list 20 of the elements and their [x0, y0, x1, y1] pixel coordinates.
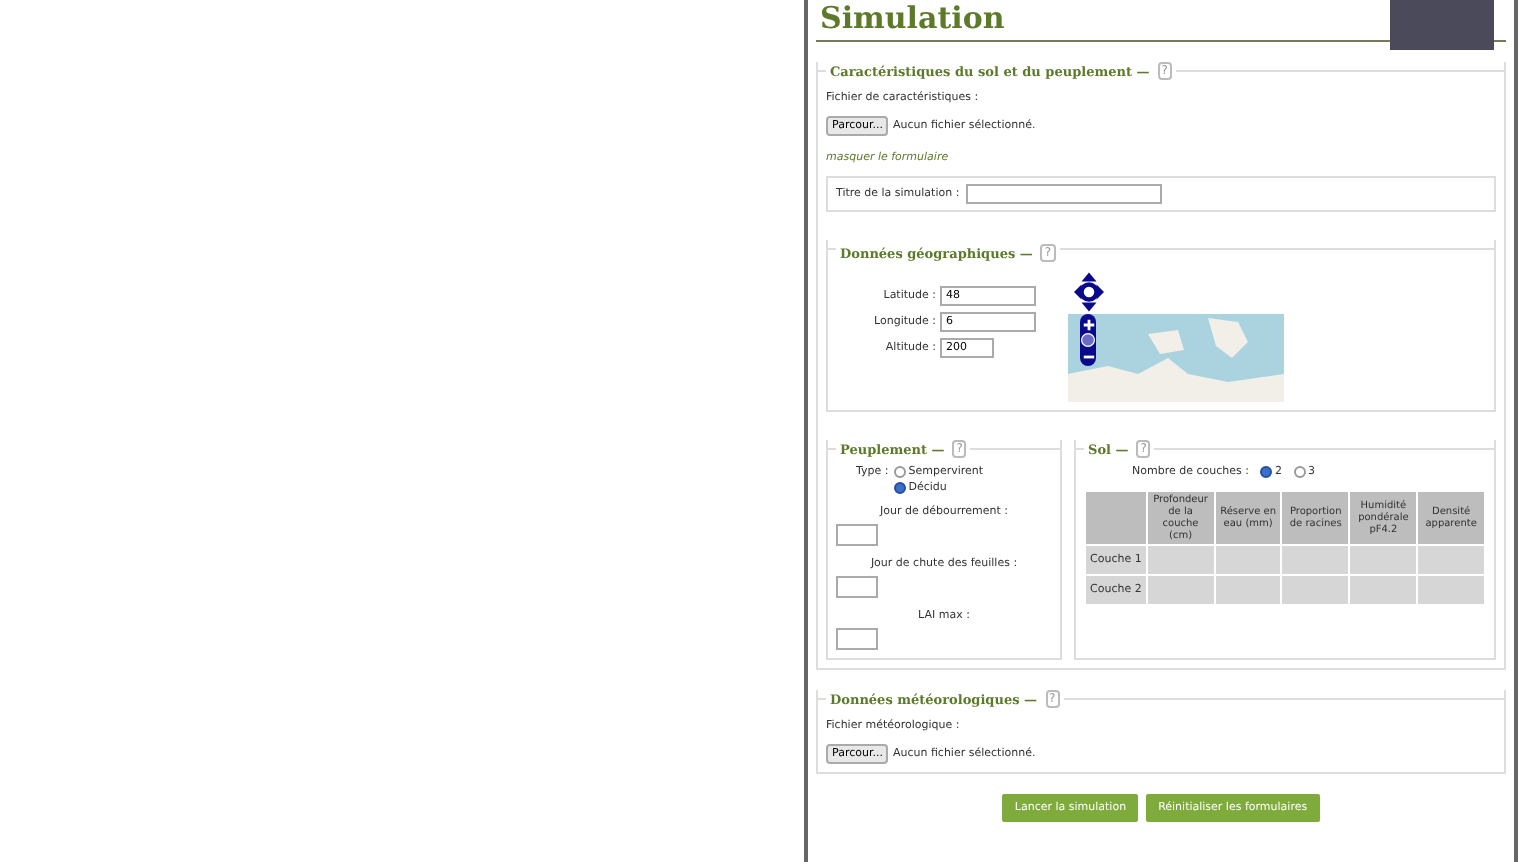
- map-drawing[interactable]: [1068, 314, 1284, 402]
- table-cell[interactable]: [1215, 546, 1281, 574]
- table-cell[interactable]: [1147, 576, 1214, 604]
- photo-placeholder: [1390, 0, 1494, 50]
- table-cell[interactable]: [1350, 576, 1417, 604]
- zoom-world-icon[interactable]: [1080, 332, 1096, 348]
- zoom-in-icon[interactable]: [1080, 316, 1096, 332]
- table-cell[interactable]: [1215, 576, 1281, 604]
- table-cell[interactable]: [1282, 546, 1349, 574]
- text-input[interactable]: [836, 576, 878, 598]
- text-input[interactable]: [836, 628, 878, 650]
- table-cell[interactable]: [1350, 546, 1417, 574]
- table-cell[interactable]: [1282, 576, 1349, 604]
- table-cell[interactable]: [1418, 546, 1484, 574]
- pan-control-icon[interactable]: [1074, 270, 1104, 314]
- text-input[interactable]: [836, 524, 878, 546]
- table-cell[interactable]: [1147, 546, 1214, 574]
- title-input[interactable]: [965, 184, 1162, 204]
- table-cell[interactable]: [1418, 576, 1484, 604]
- page-title: Simulation: [818, 0, 1005, 36]
